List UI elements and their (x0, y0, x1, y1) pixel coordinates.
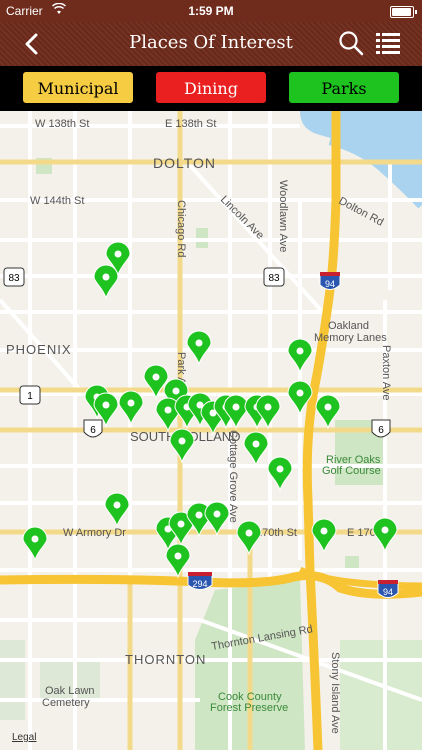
map-pin-marker[interactable] (287, 338, 313, 374)
poi-label: Oak Lawn (45, 685, 95, 697)
route-shield: 83 (263, 267, 285, 287)
svg-text:94: 94 (325, 279, 335, 289)
map-pin-marker[interactable] (372, 517, 398, 553)
street-label: Chicago Rd (175, 200, 187, 257)
map-pin-dot (320, 527, 328, 535)
svg-text:83: 83 (8, 273, 20, 284)
map-pin-dot (296, 347, 304, 355)
status-bar: Carrier 1:59 PM (0, 0, 422, 22)
poi-label: Memory Lanes (314, 332, 387, 344)
map-pin-dot (252, 440, 260, 448)
map-pin-dot (177, 520, 185, 528)
map-pin-dot (102, 401, 110, 409)
map-canvas[interactable]: W 138th St E 138th St DOLTON W 144th St … (0, 111, 422, 750)
map-pin-marker[interactable] (243, 431, 269, 467)
map-view[interactable]: W 138th St E 138th St DOLTON W 144th St … (0, 111, 422, 750)
map-pin-dot (324, 403, 332, 411)
street-label: Woodlawn Ave (277, 180, 289, 252)
filter-dining-button[interactable]: Dining (155, 71, 267, 104)
svg-text:6: 6 (90, 425, 96, 436)
map-pin-dot (164, 406, 172, 414)
poi-label: Oakland (328, 320, 369, 332)
street-label: W 144th St (30, 195, 84, 207)
battery-icon (390, 6, 417, 18)
poi-label: Golf Course (322, 465, 381, 477)
map-pin-dot (31, 535, 39, 543)
map-pin-dot (127, 399, 135, 407)
route-shield: 83 (3, 267, 25, 287)
map-pin-dot (296, 389, 304, 397)
city-label: DOLTON (153, 155, 216, 171)
map-pin-dot (172, 387, 180, 395)
map-pin-dot (152, 373, 160, 381)
map-pin-dot (174, 552, 182, 560)
list-view-button[interactable] (376, 32, 400, 54)
category-filter-bar: Municipal Dining Parks (0, 66, 422, 111)
interstate-shield: 94 (377, 580, 399, 598)
search-button[interactable] (338, 30, 364, 56)
map-pin-marker[interactable] (104, 492, 130, 528)
route-shield: 6 (371, 419, 391, 438)
park-area (0, 640, 25, 720)
map-pin-marker[interactable] (165, 543, 191, 579)
svg-text:6: 6 (378, 425, 384, 436)
street-label: W 138th St (35, 118, 89, 130)
map-pin-dot (113, 501, 121, 509)
poi-label: Forest Preserve (210, 702, 288, 714)
city-label: THORNTON (125, 652, 206, 667)
map-pin-dot (114, 250, 122, 258)
clock: 1:59 PM (188, 4, 234, 18)
svg-text:94: 94 (383, 587, 393, 597)
poi-label: Cemetery (42, 697, 90, 709)
map-pin-dot (213, 510, 221, 518)
street-label: Stony Island Ave (329, 652, 341, 734)
map-pin-dot (245, 529, 253, 537)
map-pin-marker[interactable] (236, 520, 262, 556)
map-pin-dot (195, 339, 203, 347)
map-pin-dot (264, 403, 272, 411)
svg-text:294: 294 (192, 579, 207, 589)
street-label: E 138th St (165, 118, 216, 130)
map-pin-dot (276, 465, 284, 473)
map-pin-marker[interactable] (118, 390, 144, 426)
map-pin-marker[interactable] (311, 518, 337, 554)
map-pin-dot (195, 511, 203, 519)
street-label: W Armory Dr (63, 527, 126, 539)
city-label: PHOENIX (6, 342, 72, 357)
street-label: Paxton Ave (380, 345, 392, 400)
map-pin-dot (178, 437, 186, 445)
street-label: 170th St (256, 527, 297, 539)
park-area (345, 556, 359, 570)
map-pin-marker[interactable] (169, 428, 195, 464)
map-pin-marker[interactable] (93, 264, 119, 300)
interstate-shield: 94 (319, 272, 341, 290)
filter-parks-button[interactable]: Parks (288, 71, 400, 104)
map-pin-dot (232, 403, 240, 411)
list-icon (376, 33, 400, 54)
route-shield: 1 (19, 385, 41, 405)
nav-bar: Places Of Interest (0, 22, 422, 66)
route-shield: 6 (83, 419, 103, 438)
street-label: Cottage Grove Ave (227, 430, 239, 523)
legal-link[interactable]: Legal (12, 732, 36, 743)
map-pin-marker[interactable] (186, 330, 212, 366)
map-pin-dot (102, 273, 110, 281)
filter-municipal-button[interactable]: Municipal (22, 71, 134, 104)
street-label: E 170 (347, 527, 376, 539)
svg-text:83: 83 (268, 273, 280, 284)
search-icon (339, 31, 364, 56)
svg-text:1: 1 (27, 391, 33, 402)
map-pin-marker[interactable] (22, 526, 48, 562)
map-pin-dot (381, 526, 389, 534)
interstate-shield: 294 (187, 572, 213, 590)
